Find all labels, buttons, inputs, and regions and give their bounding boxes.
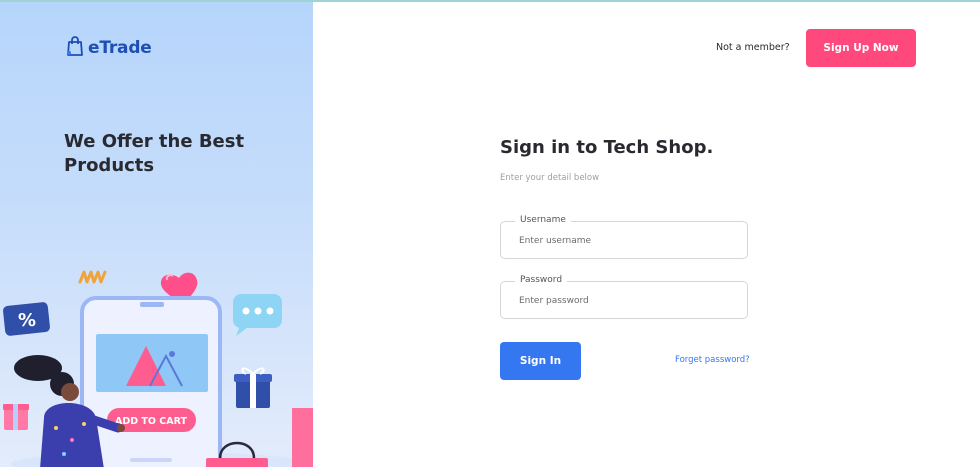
username-label: Username bbox=[515, 215, 571, 225]
password-field[interactable]: Password bbox=[500, 275, 748, 319]
promo-headline: We Offer the Best Products bbox=[64, 131, 245, 176]
brand-logo[interactable]: eTrade bbox=[66, 36, 152, 60]
form-title: Sign in to Tech Shop. bbox=[500, 137, 714, 158]
sign-in-panel: Not a member? Sign Up Now Sign in to Tec… bbox=[314, 2, 980, 467]
percent-label: % bbox=[18, 310, 36, 331]
sign-up-button[interactable]: Sign Up Now bbox=[806, 29, 916, 67]
gift-box-icon bbox=[234, 367, 272, 408]
username-input[interactable] bbox=[519, 233, 729, 249]
password-input[interactable] bbox=[519, 293, 729, 309]
form-subtitle: Enter your detail below bbox=[500, 173, 600, 183]
promo-panel: eTrade We Offer the Best Products % ADD … bbox=[0, 2, 313, 467]
add-to-cart-label: ADD TO CART bbox=[115, 416, 188, 427]
chat-bubble-icon bbox=[233, 294, 282, 336]
sign-in-button[interactable]: Sign In bbox=[500, 342, 581, 380]
shopping-illustration: % ADD TO CART bbox=[3, 270, 313, 467]
sign-in-page: eTrade We Offer the Best Products % ADD … bbox=[0, 0, 980, 467]
smartphone-icon: ADD TO CART bbox=[80, 296, 222, 467]
gift-box-small-icon bbox=[3, 404, 29, 430]
forgot-password-link[interactable]: Forget password? bbox=[675, 355, 750, 365]
member-prompt: Not a member? bbox=[716, 42, 790, 53]
brand-name: eTrade bbox=[88, 38, 152, 58]
password-label: Password bbox=[515, 275, 568, 285]
username-field[interactable]: Username bbox=[500, 215, 748, 259]
percent-tag-icon: % bbox=[3, 302, 50, 336]
shopping-bag-icon bbox=[66, 36, 84, 60]
